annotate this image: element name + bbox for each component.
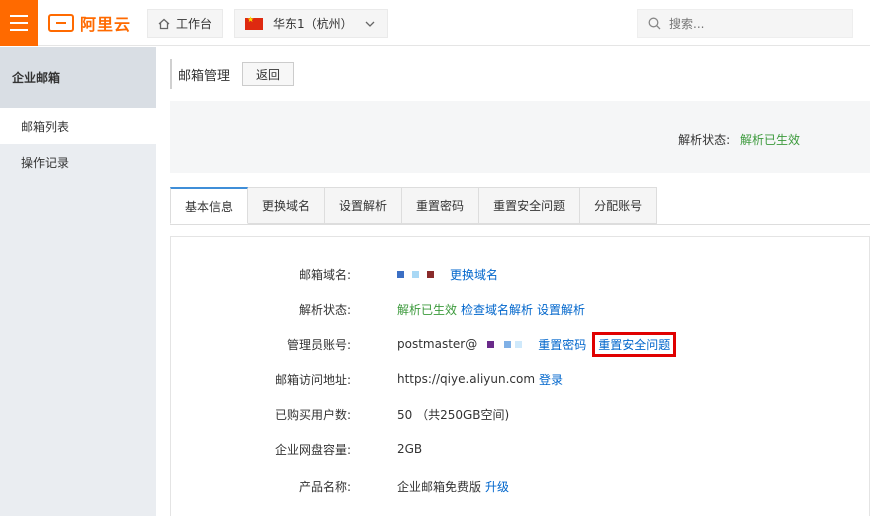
logo-text: 阿里云 <box>80 15 132 34</box>
admin-label: 管理员账号: <box>286 337 351 352</box>
admin-value: postmaster@ 重置密码 重置安全问题 <box>397 331 677 357</box>
hamburger-menu-icon[interactable] <box>0 0 38 46</box>
dns-label: 解析状态: <box>298 302 351 317</box>
search-input[interactable] <box>669 16 839 31</box>
set-dns-link[interactable]: 设置解析 <box>537 301 585 318</box>
sidebar-title: 企业邮箱 <box>0 47 156 108</box>
change-domain-link[interactable]: 更换域名 <box>450 266 498 283</box>
sidebar-item-label: 操作记录 <box>21 155 70 170</box>
redacted-block <box>427 270 434 278</box>
info-row-dns: 解析状态: 解析已生效 检查域名解析 设置解析 <box>171 299 870 319</box>
region-label: 华东1（杭州） <box>273 17 353 31</box>
disk-label: 企业网盘容量: <box>274 442 351 457</box>
domain-label: 邮箱域名: <box>298 267 351 282</box>
reset-password-link[interactable]: 重置密码 <box>538 336 586 353</box>
main-content: 邮箱管理 返回 解析状态: 解析已生效 基本信息 更换域名 设置解析 重置密码 … <box>156 47 870 516</box>
sidebar-item-mailbox-list[interactable]: 邮箱列表 <box>0 108 156 144</box>
home-icon <box>158 18 170 30</box>
info-row-product: 产品名称: 企业邮箱免费版 升级 <box>171 476 870 496</box>
page-title: 邮箱管理 <box>178 68 231 84</box>
basic-info-panel: 邮箱域名: 更换域名 解析状态: 解析已生效 检查域名解析 设置解析 管理员账号… <box>170 236 870 516</box>
china-flag-icon <box>245 15 263 30</box>
dns-status-value: 解析已生效 <box>739 133 800 147</box>
search-icon <box>648 17 661 30</box>
info-row-domain: 邮箱域名: 更换域名 <box>171 264 870 284</box>
tab-assign-account[interactable]: 分配账号 <box>580 187 658 224</box>
admin-account-text: postmaster@ <box>397 337 478 351</box>
redacted-block <box>504 340 512 348</box>
mail-url-text: https://qiye.aliyun.com <box>397 372 536 386</box>
dns-status: 解析状态: 解析已生效 <box>678 131 800 148</box>
product-name-text: 企业邮箱免费版 <box>397 479 482 494</box>
info-row-admin: 管理员账号: postmaster@ 重置密码 重置安全问题 <box>171 331 870 357</box>
workbench-label: 工作台 <box>176 17 213 31</box>
login-link[interactable]: 登录 <box>539 371 563 388</box>
region-selector[interactable]: 华东1（杭州） <box>234 9 388 38</box>
disk-value: 2GB <box>397 442 423 456</box>
tab-reset-password[interactable]: 重置密码 <box>402 187 480 224</box>
chevron-down-icon <box>365 21 375 27</box>
tab-bar: 基本信息 更换域名 设置解析 重置密码 重置安全问题 分配账号 <box>170 187 658 225</box>
redacted-block <box>487 340 495 348</box>
info-row-url: 邮箱访问地址: https://qiye.aliyun.com 登录 <box>171 369 870 389</box>
redacted-block <box>397 270 404 278</box>
url-label: 邮箱访问地址: <box>274 372 351 387</box>
sidebar-item-label: 邮箱列表 <box>21 119 70 134</box>
info-row-disk: 企业网盘容量: 2GB <box>171 439 870 459</box>
users-value: 50 （共250GB空间) <box>397 407 510 422</box>
redacted-block <box>515 340 523 348</box>
tab-change-domain[interactable]: 更换域名 <box>248 187 326 224</box>
dns-status-label: 解析状态: <box>678 133 731 147</box>
tab-reset-security-question[interactable]: 重置安全问题 <box>479 187 581 224</box>
users-label: 已购买用户数: <box>274 407 351 422</box>
tab-divider <box>170 224 870 225</box>
product-label: 产品名称: <box>298 479 351 494</box>
back-button[interactable]: 返回 <box>242 62 295 86</box>
dns-effective-text: 解析已生效 <box>397 302 458 317</box>
upgrade-link[interactable]: 升级 <box>485 478 509 495</box>
tab-set-dns[interactable]: 设置解析 <box>325 187 403 224</box>
redacted-block <box>412 270 419 278</box>
url-value: https://qiye.aliyun.com 登录 <box>397 371 563 388</box>
status-panel: 解析状态: 解析已生效 <box>170 101 870 173</box>
workbench-button[interactable]: 工作台 <box>147 9 224 38</box>
aliyun-logo-icon <box>48 14 74 32</box>
aliyun-logo[interactable]: 阿里云 <box>48 12 131 34</box>
sidebar-item-operation-log[interactable]: 操作记录 <box>0 144 156 180</box>
check-dns-link[interactable]: 检查域名解析 <box>461 301 533 318</box>
page-header: 邮箱管理 返回 <box>170 59 295 89</box>
reset-security-question-link[interactable]: 重置安全问题 <box>592 331 677 357</box>
search-box[interactable] <box>637 9 853 38</box>
domain-value: 更换域名 <box>397 266 498 283</box>
info-row-users: 已购买用户数: 50 （共250GB空间) <box>171 404 870 424</box>
sidebar: 企业邮箱 邮箱列表 操作记录 <box>0 47 156 516</box>
dns-value: 解析已生效 检查域名解析 设置解析 <box>397 301 585 318</box>
tab-basic-info[interactable]: 基本信息 <box>170 187 249 224</box>
top-bar: 阿里云 工作台 华东1（杭州） <box>0 0 870 46</box>
product-value: 企业邮箱免费版 升级 <box>397 478 509 495</box>
